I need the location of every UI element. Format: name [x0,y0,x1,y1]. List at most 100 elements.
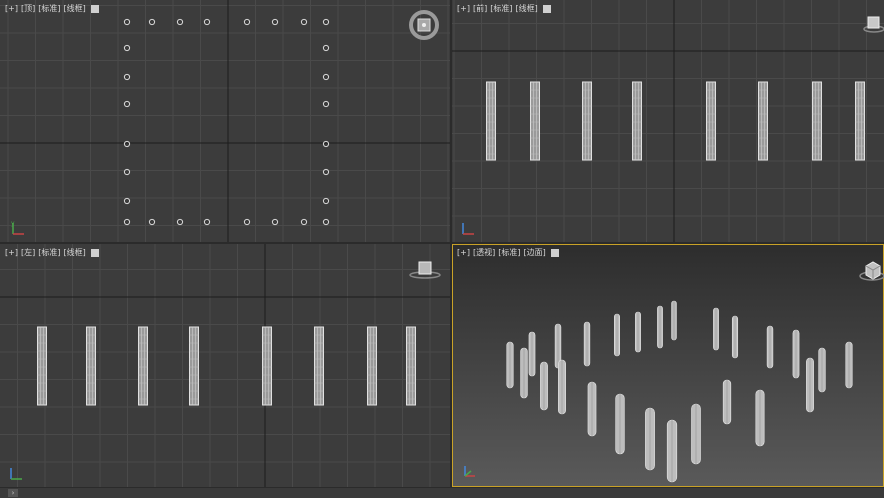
navigation-ring-icon[interactable] [408,9,440,41]
column-object[interactable] [86,326,96,406]
viewport-label-left[interactable]: [+] [左] [标准] [线框] [5,247,99,258]
column-marker[interactable] [322,197,330,205]
column-marker[interactable] [148,18,156,26]
column-object[interactable] [766,325,774,369]
viewcube-icon[interactable] [408,260,442,280]
column-marker[interactable] [123,197,131,205]
label-preset[interactable]: [标准] [38,247,60,258]
column-marker[interactable] [243,18,251,26]
label-view[interactable]: [顶] [21,3,35,14]
column-object[interactable] [37,326,47,406]
column-object[interactable] [713,307,719,351]
maximize-icon[interactable] [542,4,551,13]
column-object[interactable] [632,81,642,161]
column-object[interactable] [367,326,377,406]
label-plus[interactable]: [+] [5,4,18,13]
column-object[interactable] [657,305,663,349]
column-object[interactable] [614,313,621,357]
column-marker[interactable] [322,44,330,52]
label-plus[interactable]: [+] [457,248,470,257]
column-marker[interactable] [300,18,308,26]
column-object[interactable] [666,419,678,483]
column-marker[interactable] [271,18,279,26]
column-marker[interactable] [300,218,308,226]
column-object[interactable] [731,315,739,359]
viewport-perspective[interactable]: [+] [透视] [标准] [边面] [452,244,884,487]
column-marker[interactable] [123,44,131,52]
label-preset[interactable]: [标准] [38,3,60,14]
column-marker[interactable] [123,100,131,108]
column-object[interactable] [262,326,272,406]
label-preset[interactable]: [标准] [490,3,512,14]
label-shading[interactable]: [线框] [515,3,537,14]
label-view[interactable]: [透视] [473,247,495,258]
maximize-icon[interactable] [90,4,99,13]
viewport-left[interactable]: [+] [左] [标准] [线框] [0,244,450,487]
column-object[interactable] [582,81,592,161]
viewport-label-perspective[interactable]: [+] [透视] [标准] [边面] [457,247,559,258]
label-plus[interactable]: [+] [457,4,470,13]
viewport-label-front[interactable]: [+] [前] [标准] [线框] [457,3,551,14]
column-marker[interactable] [322,140,330,148]
axis-tripod-icon [10,468,22,480]
viewcube-icon[interactable] [862,14,884,34]
column-object[interactable] [812,81,822,161]
column-object[interactable] [583,321,591,367]
column-object[interactable] [506,341,514,389]
column-object[interactable] [671,300,677,341]
label-shading[interactable]: [线框] [63,247,85,258]
column-marker[interactable] [203,218,211,226]
column-marker[interactable] [322,18,330,26]
column-object[interactable] [792,329,800,379]
column-object[interactable] [706,81,716,161]
column-object[interactable] [520,347,528,399]
column-marker[interactable] [322,73,330,81]
column-object[interactable] [845,341,853,389]
column-object[interactable] [755,389,765,447]
column-object[interactable] [587,381,597,437]
column-marker[interactable] [243,218,251,226]
column-marker[interactable] [176,18,184,26]
column-object[interactable] [406,326,416,406]
label-shading[interactable]: [线框] [63,3,85,14]
column-object[interactable] [314,326,324,406]
maximize-icon[interactable] [90,248,99,257]
label-view[interactable]: [前] [473,3,487,14]
column-marker[interactable] [123,18,131,26]
scroll-arrow-icon[interactable]: › [8,489,18,497]
column-object[interactable] [189,326,199,406]
label-view[interactable]: [左] [21,247,35,258]
column-marker[interactable] [322,218,330,226]
column-object[interactable] [691,403,701,465]
viewport-label-top[interactable]: [+] [顶] [标准] [线框] [5,3,99,14]
column-marker[interactable] [322,100,330,108]
maximize-icon[interactable] [550,248,559,257]
viewport-top[interactable]: [+] [顶] [标准] [线框] y [0,0,450,242]
column-marker[interactable] [203,18,211,26]
column-marker[interactable] [123,218,131,226]
column-marker[interactable] [148,218,156,226]
column-object[interactable] [758,81,768,161]
column-object[interactable] [615,393,625,455]
label-shading[interactable]: [边面] [523,247,545,258]
column-object[interactable] [528,331,536,377]
viewcube-icon[interactable] [856,258,884,284]
column-object[interactable] [818,347,826,393]
column-marker[interactable] [271,218,279,226]
column-object[interactable] [540,361,548,411]
label-preset[interactable]: [标准] [498,247,520,258]
column-object[interactable] [806,357,814,413]
column-object[interactable] [530,81,540,161]
viewport-front[interactable]: [+] [前] [标准] [线框] [452,0,884,242]
column-marker[interactable] [123,140,131,148]
column-object[interactable] [855,81,865,161]
column-object[interactable] [635,311,641,353]
column-object[interactable] [138,326,148,406]
column-object[interactable] [645,407,655,471]
column-object[interactable] [722,379,732,425]
column-marker[interactable] [176,218,184,226]
column-object[interactable] [486,81,496,161]
column-object[interactable] [558,359,566,415]
column-marker[interactable] [123,73,131,81]
label-plus[interactable]: [+] [5,248,18,257]
